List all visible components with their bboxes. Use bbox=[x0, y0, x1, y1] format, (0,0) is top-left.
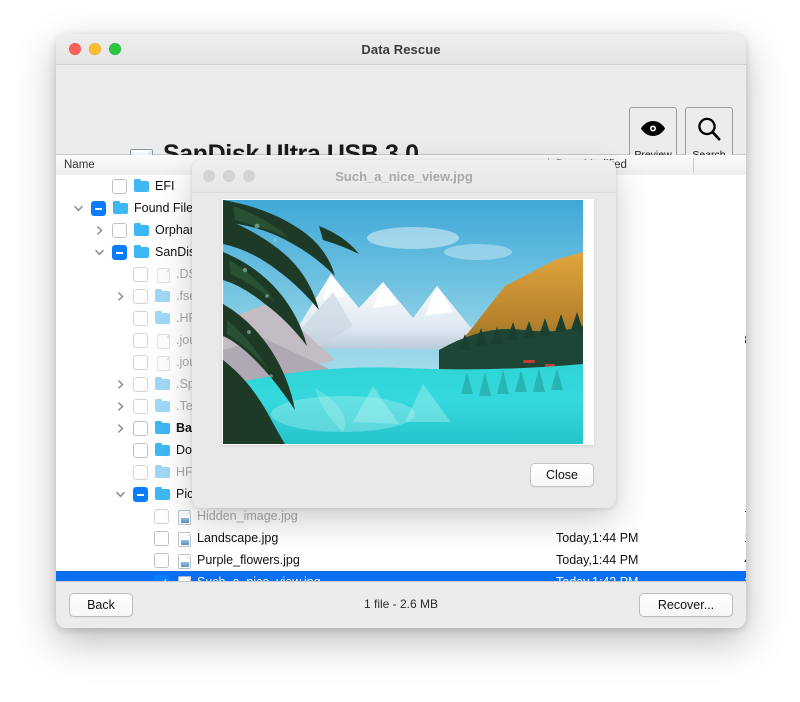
dialog-title: Such_a_nice_view.jpg bbox=[192, 169, 616, 184]
document-icon bbox=[155, 267, 170, 282]
file-size: 1.5 MB bbox=[612, 531, 746, 545]
file-size: -- bbox=[612, 289, 746, 303]
preview-dialog: Such_a_nice_view.jpg bbox=[192, 160, 616, 508]
file-size: -- bbox=[612, 443, 746, 457]
column-header-size[interactable]: Size bbox=[612, 159, 746, 171]
photo-frame bbox=[222, 199, 594, 445]
row-checkbox[interactable] bbox=[112, 245, 127, 260]
eye-icon bbox=[640, 108, 666, 150]
dialog-body: Close bbox=[192, 193, 616, 508]
folder-icon bbox=[155, 311, 170, 326]
row-checkbox[interactable] bbox=[133, 421, 148, 436]
disclosure-closed-icon[interactable] bbox=[114, 395, 126, 417]
row-checkbox[interactable] bbox=[133, 311, 148, 326]
file-name: Landscape.jpg bbox=[197, 531, 278, 545]
folder-icon bbox=[155, 289, 170, 304]
row-checkbox[interactable] bbox=[133, 377, 148, 392]
file-size: -- bbox=[612, 421, 746, 435]
file-name: Found Files bbox=[134, 201, 199, 215]
folder-icon bbox=[155, 443, 170, 458]
table-row[interactable]: Hidden_image.jpg 7.6 MB bbox=[56, 505, 746, 527]
row-checkbox[interactable] bbox=[133, 289, 148, 304]
file-name: EFI bbox=[155, 179, 174, 193]
file-size: -- bbox=[612, 465, 746, 479]
file-size: 7.6 MB bbox=[612, 509, 746, 523]
file-size: -- bbox=[612, 487, 746, 501]
row-checkbox[interactable] bbox=[133, 399, 148, 414]
disclosure-open-icon[interactable] bbox=[114, 483, 126, 505]
row-checkbox[interactable] bbox=[133, 333, 148, 348]
disclosure-closed-icon[interactable] bbox=[114, 417, 126, 439]
row-checkbox[interactable] bbox=[133, 465, 148, 480]
disclosure-open-icon[interactable] bbox=[72, 197, 84, 219]
device-header: SanDisk Ultra USB 3.0 Mark files to reco… bbox=[56, 65, 746, 155]
folder-icon bbox=[155, 487, 170, 502]
image-file-icon bbox=[176, 531, 191, 546]
column-header-name[interactable]: Name bbox=[64, 159, 95, 171]
search-icon bbox=[696, 108, 722, 150]
row-checkbox[interactable] bbox=[154, 553, 169, 568]
folder-icon bbox=[134, 223, 149, 238]
preview-image bbox=[223, 200, 583, 444]
table-row[interactable]: Landscape.jpgToday,1:44 PM1.5 MB bbox=[56, 527, 746, 549]
row-checkbox[interactable] bbox=[133, 267, 148, 282]
disclosure-closed-icon[interactable] bbox=[93, 219, 105, 241]
row-checkbox[interactable] bbox=[112, 179, 127, 194]
folder-icon bbox=[155, 465, 170, 480]
folder-icon bbox=[155, 421, 170, 436]
document-icon bbox=[155, 333, 170, 348]
file-size: -- bbox=[612, 245, 746, 259]
file-size: -- bbox=[612, 201, 746, 215]
file-size: -- bbox=[612, 179, 746, 193]
row-checkbox[interactable] bbox=[154, 509, 169, 524]
image-file-icon bbox=[176, 509, 191, 524]
file-size: -- bbox=[612, 377, 746, 391]
folder-icon bbox=[113, 201, 128, 216]
folder-icon bbox=[155, 399, 170, 414]
file-name: Purple_flowers.jpg bbox=[197, 553, 300, 567]
table-row[interactable]: Purple_flowers.jpgToday,1:44 PM4.1 MB bbox=[56, 549, 746, 571]
row-checkbox[interactable] bbox=[91, 201, 106, 216]
image-file-icon bbox=[176, 553, 191, 568]
folder-icon bbox=[134, 179, 149, 194]
file-size: -- bbox=[612, 223, 746, 237]
file-size: 4.1 MB bbox=[612, 553, 746, 567]
row-checkbox[interactable] bbox=[133, 355, 148, 370]
row-checkbox[interactable] bbox=[133, 487, 148, 502]
file-name: Hidden_image.jpg bbox=[197, 509, 298, 523]
recover-button[interactable]: Recover... bbox=[639, 593, 733, 617]
disclosure-open-icon[interactable] bbox=[93, 241, 105, 263]
disclosure-closed-icon[interactable] bbox=[114, 373, 126, 395]
document-icon bbox=[155, 355, 170, 370]
bottom-bar: Back 1 file - 2.6 MB Recover... bbox=[56, 581, 746, 628]
dialog-close-action-button[interactable]: Close bbox=[530, 463, 594, 487]
window-title: Data Rescue bbox=[56, 42, 746, 57]
disclosure-closed-icon[interactable] bbox=[114, 285, 126, 307]
row-checkbox[interactable] bbox=[112, 223, 127, 238]
title-bar: Data Rescue bbox=[56, 34, 746, 65]
folder-icon bbox=[134, 245, 149, 260]
row-checkbox[interactable] bbox=[133, 443, 148, 458]
folder-icon bbox=[155, 377, 170, 392]
file-size: -- bbox=[612, 399, 746, 413]
dialog-title-bar: Such_a_nice_view.jpg bbox=[192, 160, 616, 193]
file-size: 6.1 KB bbox=[612, 267, 746, 281]
row-checkbox[interactable] bbox=[154, 531, 169, 546]
file-size: 8.4 MB bbox=[612, 333, 746, 347]
file-size: -- bbox=[612, 311, 746, 325]
file-size: 4.1 KB bbox=[612, 355, 746, 369]
